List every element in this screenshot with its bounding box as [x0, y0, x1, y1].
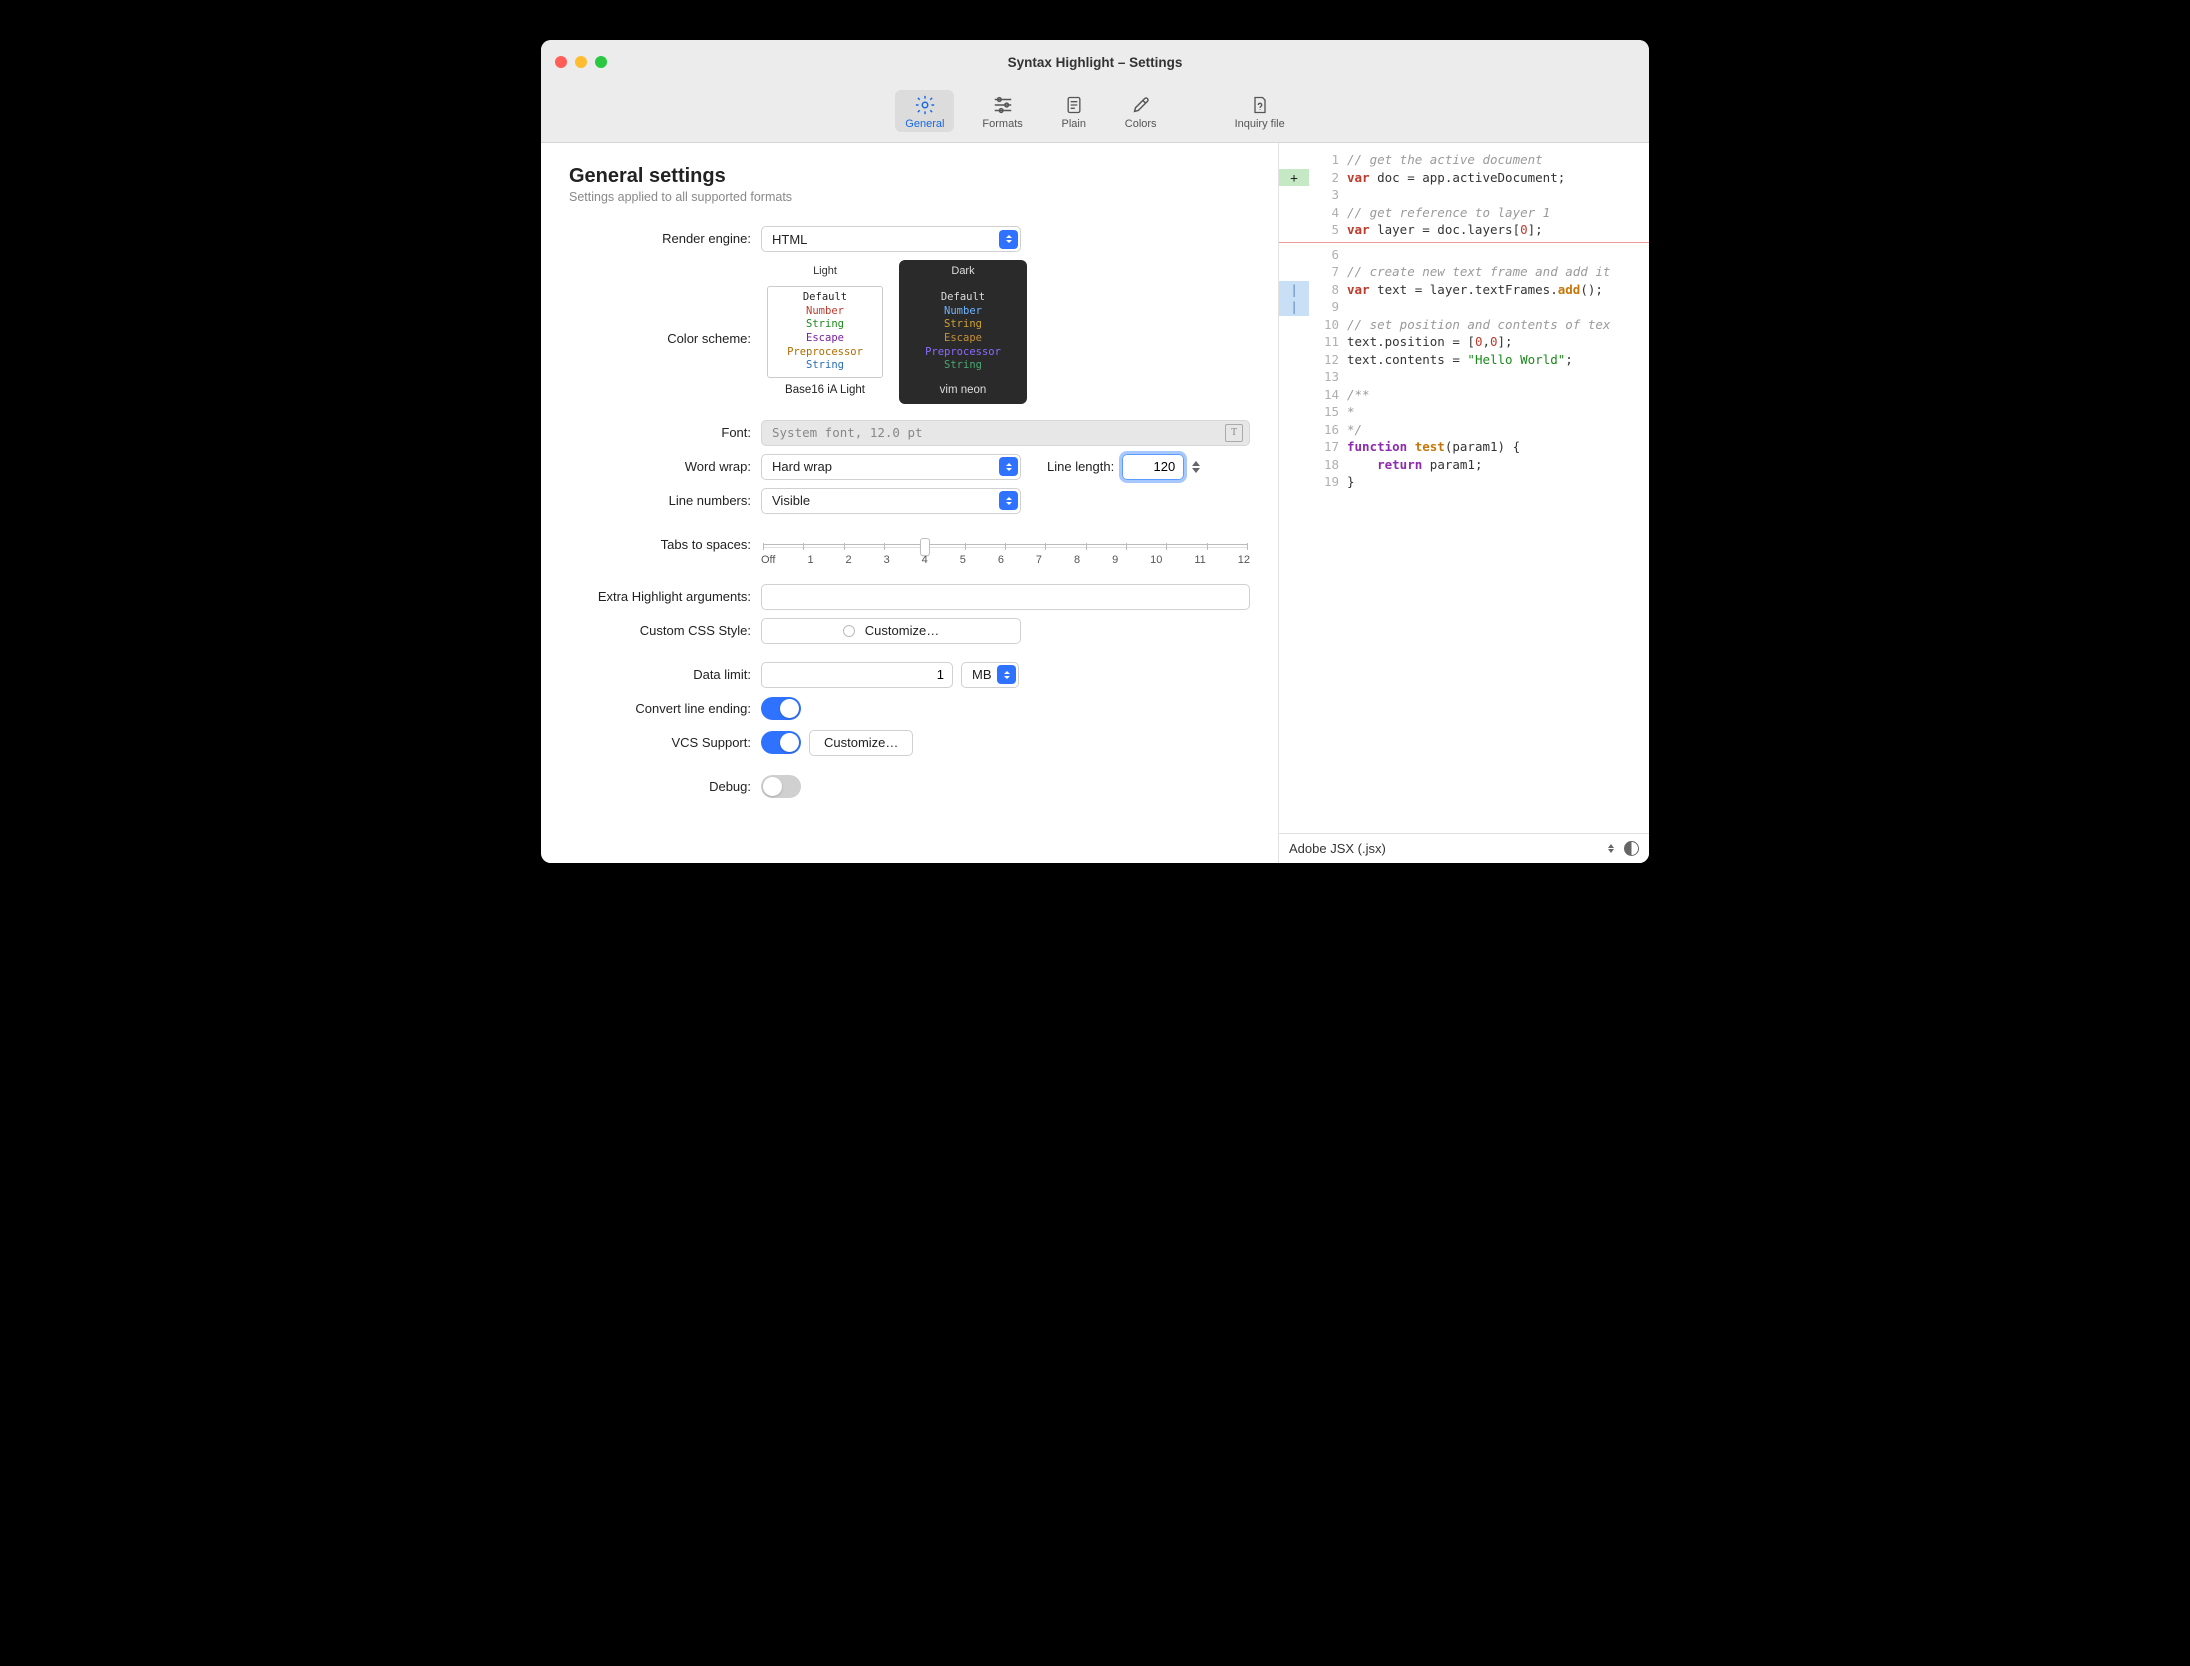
titlebar: Syntax Highlight – Settings [541, 40, 1649, 84]
font-value: System font, 12.0 pt [772, 425, 923, 440]
chevron-updown-icon [997, 665, 1016, 684]
render-engine-select[interactable]: HTML [761, 226, 1021, 252]
preview-panel: 1// get the active document +2var doc = … [1279, 143, 1649, 863]
gear-icon [912, 94, 938, 116]
scheme-dark-sample: Default Number String Escape Preprocesso… [905, 286, 1021, 378]
tab-general[interactable]: General [895, 90, 954, 132]
convert-line-ending-switch[interactable] [761, 697, 801, 720]
line-numbers-select[interactable]: Visible [761, 488, 1021, 514]
file-question-icon [1247, 94, 1273, 116]
scheme-light-name: Base16 iA Light [761, 384, 889, 396]
chevron-updown-icon [999, 491, 1018, 510]
scheme-light-card[interactable]: Light Default Number String Escape Prepr… [761, 260, 889, 404]
select-value: MB [972, 667, 992, 682]
code-preview: 1// get the active document +2var doc = … [1279, 143, 1649, 833]
page-title: General settings [569, 165, 1250, 188]
scheme-light-sample: Default Number String Escape Preprocesso… [767, 286, 883, 378]
data-limit-unit-select[interactable]: MB [961, 662, 1019, 688]
label-data-limit: Data limit: [569, 662, 761, 688]
toolbar: General Formats Plain Colors Inquiry fil… [541, 84, 1649, 143]
extra-args-input[interactable] [761, 584, 1250, 610]
sliders-icon [990, 94, 1016, 116]
scheme-dark-card[interactable]: Dark Default Number String Escape Prepro… [899, 260, 1027, 404]
select-value: Hard wrap [772, 459, 832, 474]
tab-label: Colors [1125, 118, 1157, 130]
tab-inquiry-file[interactable]: Inquiry file [1225, 90, 1295, 132]
tab-plain[interactable]: Plain [1051, 90, 1097, 132]
tab-label: Plain [1062, 118, 1086, 130]
select-value: Visible [772, 493, 810, 508]
tab-label: Inquiry file [1235, 118, 1285, 130]
chevron-updown-icon [999, 230, 1018, 249]
label-line-numbers: Line numbers: [569, 488, 761, 514]
chevron-updown-icon [1608, 844, 1614, 853]
settings-panel: General settings Settings applied to all… [541, 143, 1279, 863]
select-value: Adobe JSX (.jsx) [1289, 841, 1386, 856]
label-debug: Debug: [569, 774, 761, 800]
tab-colors[interactable]: Colors [1115, 90, 1167, 132]
tab-label: General [905, 118, 944, 130]
diff-add-icon: + [1279, 169, 1309, 187]
page-subtitle: Settings applied to all supported format… [569, 190, 1250, 204]
tabs-to-spaces-slider[interactable]: Off123456789101112 [761, 532, 1250, 566]
data-limit-input[interactable] [761, 662, 953, 688]
preview-language-select[interactable]: Adobe JSX (.jsx) [1279, 833, 1649, 863]
appearance-toggle-icon[interactable] [1624, 841, 1639, 856]
label-font: Font: [569, 420, 761, 446]
chevron-updown-icon [999, 457, 1018, 476]
label-vcs-support: VCS Support: [569, 730, 761, 756]
diff-mod-icon: ∣ [1279, 281, 1309, 299]
settings-window: Syntax Highlight – Settings General Form… [541, 40, 1649, 863]
document-icon [1061, 94, 1087, 116]
tab-formats[interactable]: Formats [972, 90, 1032, 132]
word-wrap-select[interactable]: Hard wrap [761, 454, 1021, 480]
tab-label: Formats [982, 118, 1022, 130]
scheme-dark-tab: Dark [899, 260, 1027, 282]
label-word-wrap: Word wrap: [569, 454, 761, 480]
debug-switch[interactable] [761, 775, 801, 798]
button-label: Customize… [865, 623, 939, 638]
vcs-customize-button[interactable]: Customize… [809, 730, 913, 756]
label-color-scheme: Color scheme: [569, 326, 761, 352]
label-tabs-to-spaces: Tabs to spaces: [569, 532, 761, 558]
slider-labels: Off123456789101112 [761, 554, 1250, 566]
button-label: Customize… [824, 735, 898, 750]
select-value: HTML [772, 232, 807, 247]
window-title: Syntax Highlight – Settings [541, 55, 1649, 70]
label-custom-css: Custom CSS Style: [569, 618, 761, 644]
font-picker-icon[interactable]: T [1225, 424, 1243, 442]
scheme-dark-name: vim neon [899, 384, 1027, 396]
label-extra-args: Extra Highlight arguments: [569, 584, 761, 610]
line-length-stepper[interactable] [1192, 456, 1200, 478]
label-convert-line-ending: Convert line ending: [569, 696, 761, 722]
radio-icon [843, 625, 855, 637]
label-render-engine: Render engine: [569, 226, 761, 252]
label-line-length: Line length: [1047, 459, 1114, 474]
slider-thumb[interactable] [920, 538, 930, 556]
line-length-input[interactable] [1122, 454, 1184, 480]
vcs-support-switch[interactable] [761, 731, 801, 754]
custom-css-button[interactable]: Customize… [761, 618, 1021, 644]
paintbrush-icon [1128, 94, 1154, 116]
scheme-light-tab: Light [761, 260, 889, 282]
font-field[interactable]: System font, 12.0 pt T [761, 420, 1250, 446]
